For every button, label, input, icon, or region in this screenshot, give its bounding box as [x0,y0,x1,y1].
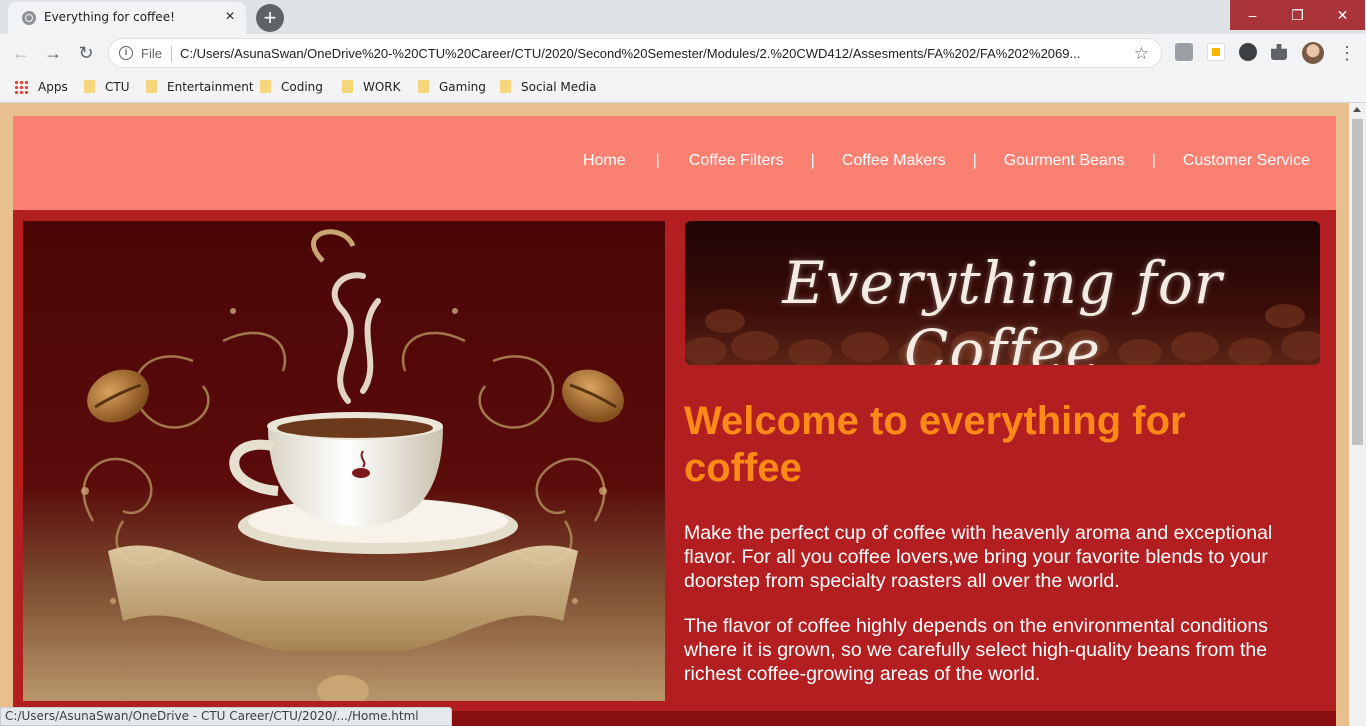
minimize-button[interactable]: – [1230,0,1275,30]
back-arrow-icon[interactable]: ← [10,42,32,64]
puzzle-extensions-icon[interactable] [1271,44,1287,60]
nav-separator: | [810,152,815,169]
bookmark-entertainment[interactable]: Entertainment [146,78,254,96]
status-bar-url: C:/Users/AsunaSwan/OneDrive - CTU Career… [0,707,452,726]
menu-dots-icon[interactable]: ⋮ [1338,42,1356,64]
new-tab-button[interactable]: + [256,4,284,32]
main-nav: Home | Coffee Filters | Coffee Makers | … [583,152,1310,170]
nav-customer-service[interactable]: Customer Service [1183,152,1310,170]
folder-icon [146,80,157,93]
forward-arrow-icon[interactable]: → [42,42,64,64]
info-icon[interactable]: i [119,46,133,60]
nav-home[interactable]: Home [583,152,626,170]
tab-strip: Everything for coffee! × + – ❐ ✕ [0,0,1366,34]
bookmark-gaming[interactable]: Gaming [418,78,486,96]
coffee-cup-illustration [23,221,665,701]
bookmark-work[interactable]: WORK [342,78,401,96]
apps-grid-icon [14,79,28,94]
site-page: Home | Coffee Filters | Coffee Makers | … [13,116,1336,726]
nav-gourment-beans[interactable]: Gourment Beans [1004,152,1125,170]
slides-extension-icon[interactable] [1207,43,1225,61]
bookmark-apps[interactable]: Apps [14,78,68,96]
everything-for-coffee-banner: Everything for Coffee [685,221,1320,365]
folder-icon [500,80,511,93]
bookmarks-bar: Apps CTU Entertainment Coding WORK Gamin… [0,72,1366,103]
folder-icon [418,80,429,93]
globe-icon [22,11,36,25]
scroll-up-arrow-icon[interactable] [1353,107,1361,112]
flavor-paragraph: The flavor of coffee highly depends on t… [684,615,1268,685]
bookmark-social-media[interactable]: Social Media [500,78,596,96]
folder-icon [84,80,95,93]
folder-icon [342,80,353,93]
address-divider [171,46,172,62]
browser-tab[interactable]: Everything for coffee! × [8,2,246,34]
scheme-label: File [141,46,162,61]
nav-separator: | [1151,152,1156,169]
close-tab-icon[interactable]: × [222,9,238,25]
tab-title: Everything for coffee! [44,10,175,24]
nav-separator: | [655,152,660,169]
scroll-thumb[interactable] [1352,119,1363,445]
nav-coffee-filters[interactable]: Coffee Filters [689,152,784,170]
pdf-extension-icon[interactable] [1175,43,1193,61]
page-viewport: Home | Coffee Filters | Coffee Makers | … [0,103,1349,726]
extension-icon[interactable] [1239,43,1257,61]
folder-icon [260,80,271,93]
bookmark-coding[interactable]: Coding [260,78,323,96]
coffee-cup-hero-image [23,221,665,701]
bookmark-ctu[interactable]: CTU [84,78,130,96]
intro-paragraph: Make the perfect cup of coffee with heav… [684,522,1273,592]
address-bar[interactable]: i File C:/Users/AsunaSwan/OneDrive%20-%2… [108,38,1162,68]
welcome-heading: Welcome to everything for coffee [684,399,1186,490]
bookmark-star-icon[interactable]: ☆ [1134,44,1149,64]
reload-icon[interactable]: ↻ [75,42,97,64]
nav-coffee-makers[interactable]: Coffee Makers [842,152,946,170]
site-header: Home | Coffee Filters | Coffee Makers | … [13,116,1336,210]
url-text[interactable]: C:/Users/AsunaSwan/OneDrive%20-%20CTU%20… [180,46,1125,61]
close-window-button[interactable]: ✕ [1320,0,1365,30]
maximize-button[interactable]: ❐ [1275,0,1320,30]
page-scrollbar[interactable] [1349,103,1366,726]
browser-toolbar: ← → ↻ i File C:/Users/AsunaSwan/OneDrive… [0,34,1366,72]
profile-avatar[interactable] [1302,42,1324,64]
banner-script-text: Everything for Coffee [782,249,1223,365]
nav-separator: | [972,152,977,169]
